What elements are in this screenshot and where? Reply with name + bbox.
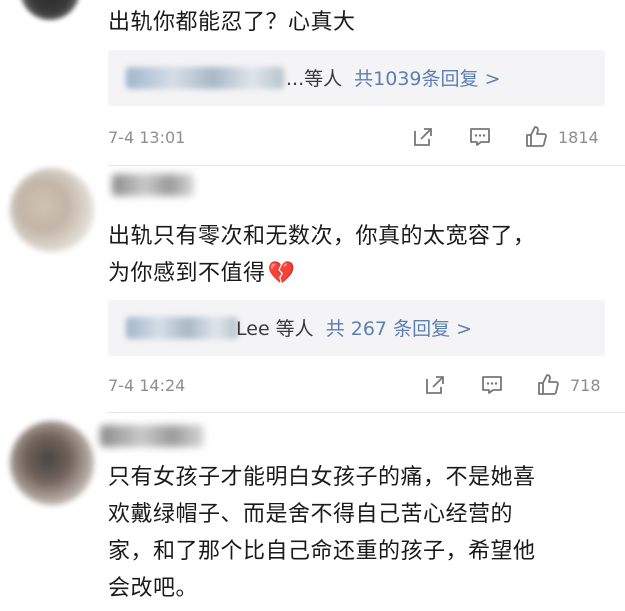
reply-count-link[interactable]: 共1039条回复 > xyxy=(354,68,500,90)
comment-meta: 7-4 14:24 718 xyxy=(108,373,605,399)
timestamp: 7-4 14:24 xyxy=(108,376,186,395)
comment-icon[interactable] xyxy=(480,373,504,397)
like-count: 1814 xyxy=(558,128,599,147)
timestamp: 7-4 13:01 xyxy=(108,128,186,147)
username-blurred[interactable] xyxy=(100,425,204,447)
broken-heart-icon: 💔 xyxy=(267,261,296,286)
reply-names-suffix: ...等人 xyxy=(286,68,343,90)
divider xyxy=(108,165,625,166)
avatar[interactable] xyxy=(10,168,94,252)
avatar[interactable] xyxy=(10,421,94,505)
reply-preview[interactable]: ...等人 共1039条回复 > xyxy=(108,50,605,106)
comment-text: 只有女孩子才能明白女孩子的痛，不是她喜 欢戴绿帽子、而是舍不得自己苦心经营的 家… xyxy=(108,465,536,601)
comment-icon[interactable] xyxy=(468,125,492,149)
comment-meta: 7-4 13:01 1814 xyxy=(108,125,605,151)
avatar[interactable] xyxy=(20,0,80,20)
share-icon[interactable] xyxy=(423,373,447,397)
reply-names-blurred xyxy=(126,67,284,89)
like-count: 718 xyxy=(570,376,601,395)
divider xyxy=(108,412,625,413)
reply-preview[interactable]: Lee 等人 共 267 条回复 > xyxy=(108,300,605,356)
reply-count-link[interactable]: 共 267 条回复 > xyxy=(326,318,472,340)
username-blurred[interactable] xyxy=(112,174,194,196)
reply-names-suffix: Lee 等人 xyxy=(236,318,314,340)
comment-text: 出轨只有零次和无数次，你真的太宽容了， 为你感到不值得💔 xyxy=(108,224,536,286)
like-icon[interactable] xyxy=(536,373,560,397)
share-icon[interactable] xyxy=(411,125,435,149)
like-icon[interactable] xyxy=(524,125,548,149)
comment-text: 出轨你都能忍了？心真大 xyxy=(108,10,356,35)
reply-names-blurred xyxy=(126,317,238,339)
